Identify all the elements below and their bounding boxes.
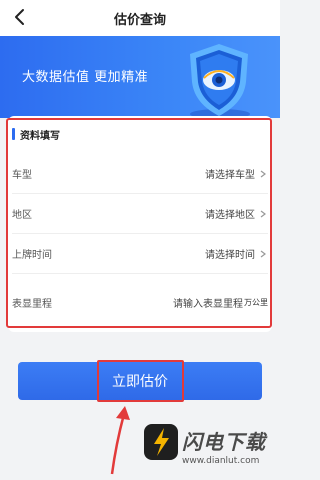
annotation-arrow-icon <box>110 406 130 475</box>
back-arrow-icon[interactable] <box>10 6 32 28</box>
chevron-right-icon <box>260 210 266 217</box>
field-value: 请选择时间 <box>205 250 255 261</box>
shield-eye-icon <box>190 44 250 118</box>
mileage-input[interactable]: 请输入表显里程 <box>82 295 243 310</box>
field-label: 车型 <box>12 170 32 181</box>
estimate-button-label: 立即估价 <box>112 374 168 390</box>
banner: 大数据估值 更加精准 <box>0 36 280 118</box>
chevron-right-icon <box>260 170 266 177</box>
watermark-brand: 闪电下载 <box>182 430 266 454</box>
field-car-model[interactable]: 车型 请选择车型 <box>12 154 268 194</box>
field-value: 请选择车型 <box>205 170 255 181</box>
field-label: 上牌时间 <box>12 250 52 261</box>
section-header: 资料填写 <box>12 126 60 142</box>
field-registration-date[interactable]: 上牌时间 请选择时间 <box>12 234 268 274</box>
section-title: 资料填写 <box>20 130 60 142</box>
mileage-unit: 万公里 <box>244 297 268 307</box>
estimate-button[interactable]: 立即估价 <box>18 362 262 400</box>
chevron-right-icon <box>260 250 266 257</box>
nav-bar: 估价查询 <box>0 0 280 36</box>
banner-slogan: 大数据估值 更加精准 <box>22 70 149 85</box>
field-value: 请选择地区 <box>205 210 255 221</box>
field-region[interactable]: 地区 请选择地区 <box>12 194 268 234</box>
field-label: 地区 <box>12 210 32 221</box>
field-label: 表显里程 <box>12 298 52 310</box>
page-title: 估价查询 <box>113 12 166 28</box>
section-marker <box>12 128 15 140</box>
watermark-url: www.dianlut.com <box>182 456 260 466</box>
watermark: 闪电下载 www.dianlut.com <box>140 418 276 476</box>
lightning-logo-icon <box>144 424 178 460</box>
field-mileage[interactable]: 表显里程 请输入表显里程 万公里 <box>12 282 268 322</box>
